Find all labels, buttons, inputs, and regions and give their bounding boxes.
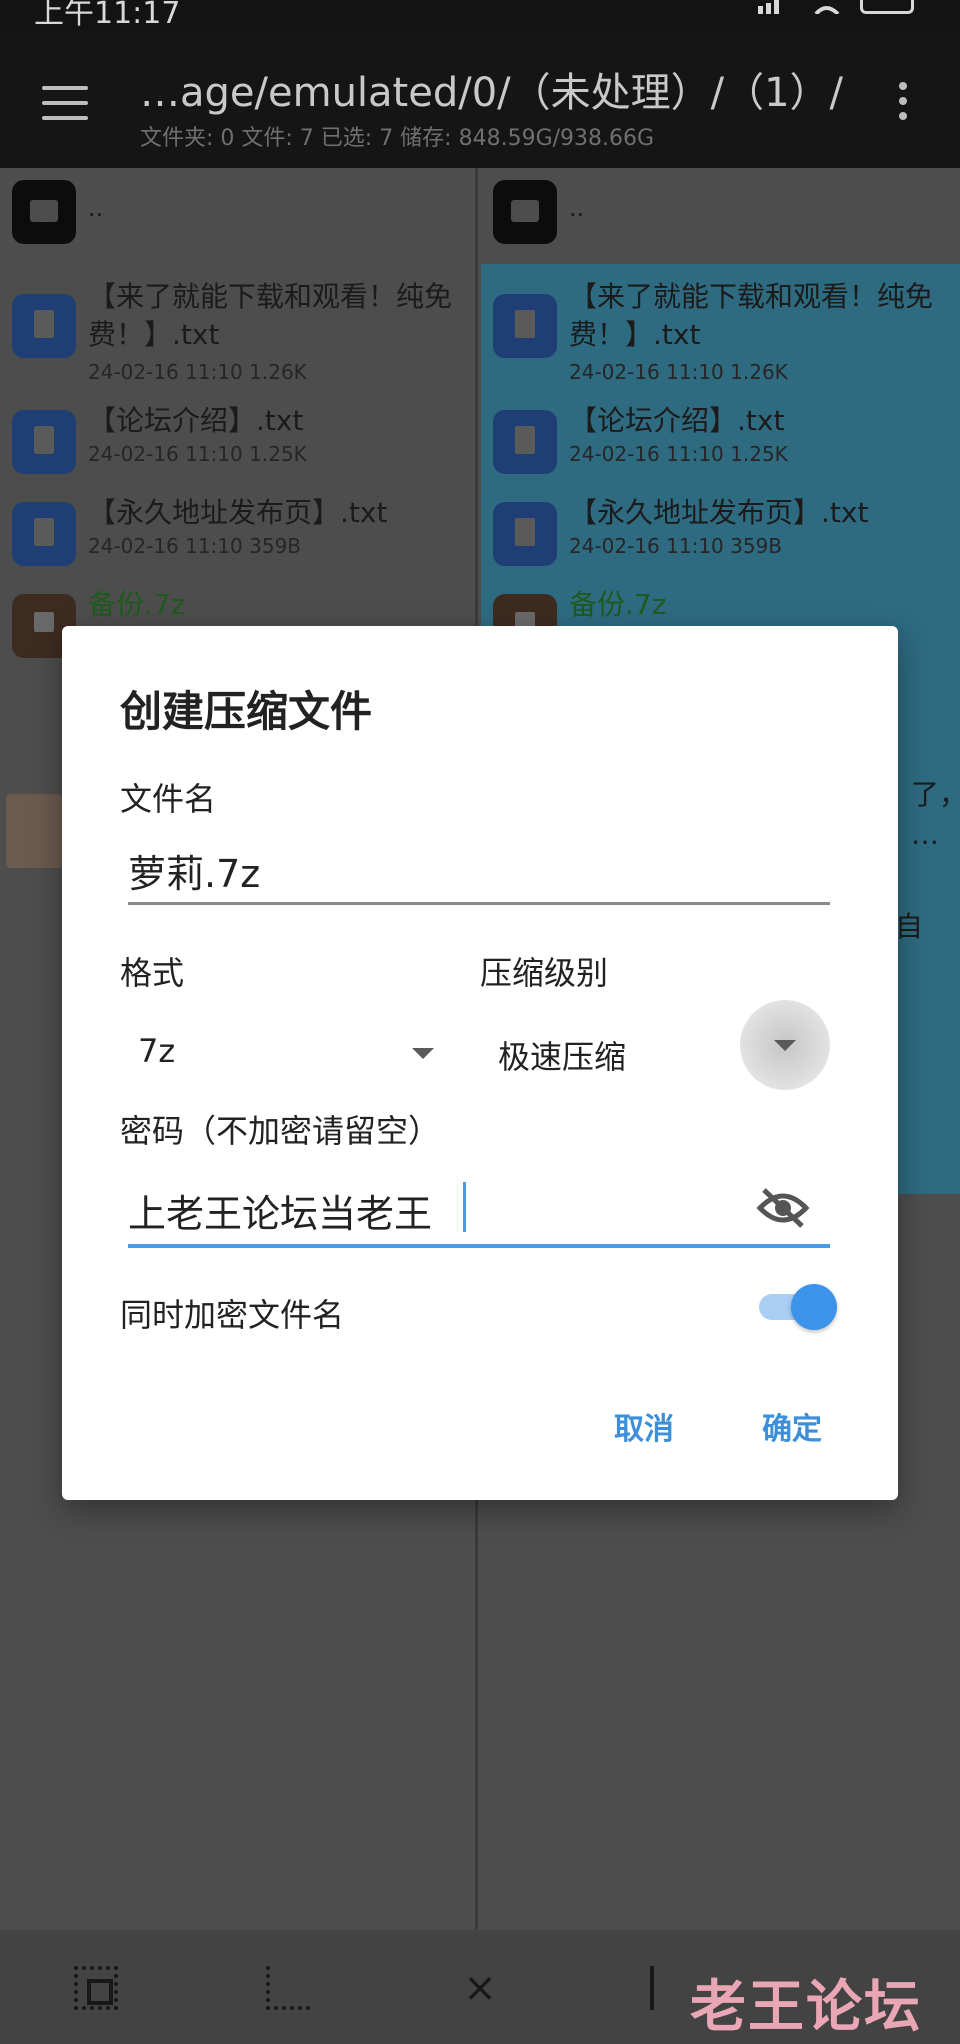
- document-icon: [12, 502, 76, 566]
- compression-level-dropdown[interactable]: [740, 1000, 830, 1090]
- menu-icon[interactable]: [42, 86, 88, 120]
- file-name-fragment: 了，: [911, 778, 960, 811]
- battery-icon: [860, 0, 914, 14]
- close-icon[interactable]: ×: [458, 1966, 502, 2010]
- file-meta: 24-02-16 11:10 1.26K: [569, 360, 788, 384]
- app-bar: …age/emulated/0/（未处理）/（1）/ 文件夹: 0 文件: 7 …: [0, 30, 960, 168]
- file-name: 【来了就能下载和观看！纯免费！】.txt: [88, 280, 453, 351]
- file-meta: 24-02-16 11:10 359B: [569, 534, 783, 558]
- chevron-down-icon: [412, 1048, 434, 1059]
- folder-icon: [12, 180, 76, 244]
- invert-selection-icon[interactable]: [650, 1966, 680, 2010]
- file-row[interactable]: 【论坛介绍】.txt 24-02-16 11:10 1.25K: [481, 404, 960, 474]
- image-thumbnail: [6, 794, 62, 868]
- document-icon: [12, 410, 76, 474]
- file-name: 【永久地址发布页】.txt: [569, 496, 869, 529]
- document-icon: [12, 294, 76, 358]
- document-icon: [493, 502, 557, 566]
- document-icon: [493, 294, 557, 358]
- filename-input[interactable]: [128, 842, 888, 898]
- format-value: 7z: [138, 1032, 176, 1070]
- filename-label: 文件名: [120, 780, 217, 818]
- eye-off-icon[interactable]: [756, 1186, 810, 1230]
- password-input[interactable]: [128, 1182, 468, 1238]
- compression-level-label: 压缩级别: [480, 954, 609, 992]
- toggle-thumb: [791, 1284, 837, 1330]
- file-name: 【来了就能下载和观看！纯免费！】.txt: [569, 280, 934, 351]
- file-meta: 24-02-16 11:10 1.25K: [569, 442, 788, 466]
- file-row[interactable]: 【永久地址发布页】.txt 24-02-16 11:10 359B: [481, 496, 960, 566]
- select-all-icon[interactable]: [74, 1966, 118, 2010]
- file-name: 【永久地址发布页】.txt: [88, 496, 388, 529]
- encrypt-filenames-toggle[interactable]: [755, 1282, 837, 1330]
- current-path[interactable]: …age/emulated/0/（未处理）/（1）/: [140, 60, 843, 118]
- filename-underline: [128, 902, 830, 905]
- file-name: 【论坛介绍】.txt: [569, 404, 785, 437]
- dialog-title: 创建压缩文件: [120, 687, 373, 736]
- file-name-fragment: …: [911, 818, 939, 851]
- parent-dir-label: ..: [88, 194, 104, 222]
- text-cursor: [463, 1182, 466, 1232]
- select-region-icon[interactable]: [266, 1966, 310, 2010]
- file-meta: 24-02-16 11:10 359B: [88, 534, 302, 558]
- file-row[interactable]: 【来了就能下载和观看！纯免费！】.txt 24-02-16 11:10 1.26…: [0, 274, 475, 384]
- file-row[interactable]: 【永久地址发布页】.txt 24-02-16 11:10 359B: [0, 496, 475, 566]
- file-name: 备份.7z: [569, 588, 667, 621]
- create-archive-dialog: 创建压缩文件 文件名 格式 7z 压缩级别 极速压缩 密码（不加密请留空） 同时…: [62, 626, 898, 1500]
- password-label: 密码（不加密请留空）: [120, 1112, 441, 1150]
- watermark-logo: 老王论坛: [690, 1975, 922, 2040]
- file-row[interactable]: 【论坛介绍】.txt 24-02-16 11:10 1.25K: [0, 404, 475, 474]
- parent-dir-row[interactable]: ..: [0, 180, 475, 244]
- status-bar: 上午11:17: [0, 0, 960, 31]
- storage-stats: 文件夹: 0 文件: 7 已选: 7 储存: 848.59G/938.66G: [140, 126, 655, 151]
- file-name: 【论坛介绍】.txt: [88, 404, 304, 437]
- signal-wifi-icon: [758, 0, 840, 14]
- compression-level-value: 极速压缩: [498, 1038, 627, 1076]
- file-row[interactable]: 【来了就能下载和观看！纯免费！】.txt 24-02-16 11:10 1.26…: [481, 274, 960, 384]
- more-vertical-icon[interactable]: [896, 82, 910, 126]
- file-name-fragment: 自: [895, 910, 924, 943]
- parent-dir-label: ..: [569, 194, 585, 222]
- status-time: 上午11:17: [34, 0, 181, 31]
- document-icon: [493, 410, 557, 474]
- chevron-down-icon: [774, 1040, 796, 1051]
- file-name: 备份.7z: [88, 588, 186, 621]
- file-meta: 24-02-16 11:10 1.25K: [88, 442, 307, 466]
- folder-icon: [493, 180, 557, 244]
- cancel-button[interactable]: 取消: [614, 1404, 674, 1448]
- parent-dir-row[interactable]: ..: [481, 180, 960, 244]
- format-select[interactable]: 7z: [138, 1018, 444, 1088]
- ok-button[interactable]: 确定: [762, 1404, 822, 1448]
- encrypt-filenames-label: 同时加密文件名: [120, 1296, 345, 1334]
- file-meta: 24-02-16 11:10 1.26K: [88, 360, 307, 384]
- format-label: 格式: [120, 954, 185, 992]
- password-underline: [128, 1244, 830, 1248]
